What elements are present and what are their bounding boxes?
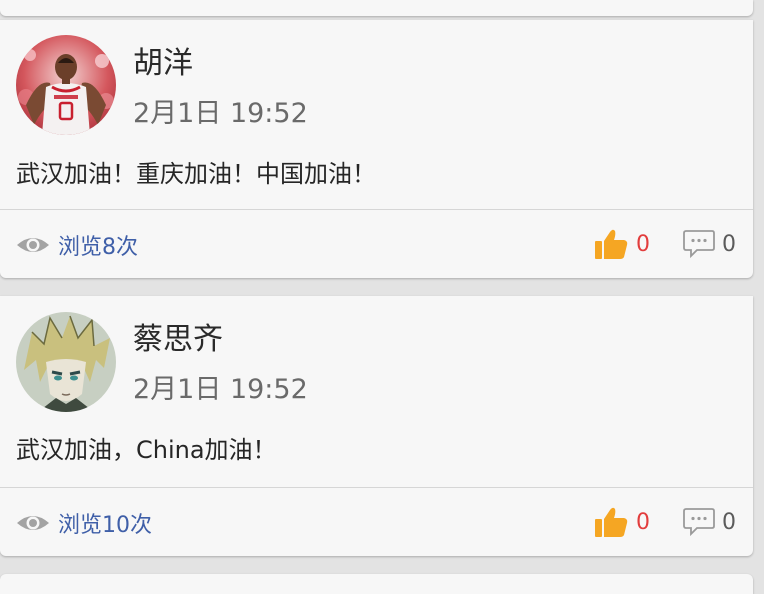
thumbs-up-icon (595, 229, 628, 259)
post-timestamp: 2月1日 19:52 (133, 98, 308, 129)
like-count: 0 (636, 231, 650, 257)
comment-bubble-icon (683, 508, 715, 537)
author-name[interactable]: 蔡思齐 (133, 325, 223, 355)
post-card: 蔡思齐 2月1日 19:52 武汉加油，China加油！ 浏览10次 0 0 (0, 296, 753, 556)
like-count: 0 (636, 509, 650, 535)
post-footer: 浏览10次 0 0 (0, 488, 753, 554)
post-content: 武汉加油，China加油！ (16, 436, 277, 464)
eye-icon (17, 516, 49, 530)
eye-icon (17, 238, 49, 252)
view-count-label: 浏览10次 (58, 513, 152, 538)
basketball-player-avatar-icon (16, 35, 116, 135)
comment-bubble-icon (683, 230, 715, 259)
author-name[interactable]: 胡洋 (133, 49, 193, 79)
like-button[interactable]: 0 (594, 228, 650, 260)
comment-count: 0 (722, 509, 736, 535)
comment-button[interactable]: 0 (683, 506, 736, 538)
post-footer: 浏览8次 0 0 (0, 210, 753, 276)
next-post-card-fragment (0, 574, 753, 594)
view-count: 浏览8次 (16, 230, 138, 260)
post-timestamp: 2月1日 19:52 (133, 374, 308, 405)
anime-character-avatar-icon (16, 312, 116, 412)
like-button[interactable]: 0 (594, 506, 650, 538)
previous-post-card-fragment (0, 0, 753, 16)
comment-count: 0 (722, 231, 736, 257)
author-avatar[interactable] (16, 312, 116, 412)
comment-button[interactable]: 0 (683, 228, 736, 260)
thumbs-up-icon (595, 507, 628, 537)
view-count: 浏览10次 (16, 508, 152, 538)
post-card: 胡洋 2月1日 19:52 武汉加油！重庆加油！中国加油！ 浏览8次 0 0 (0, 20, 753, 278)
author-avatar[interactable] (16, 35, 116, 135)
post-content: 武汉加油！重庆加油！中国加油！ (16, 160, 376, 188)
view-count-label: 浏览8次 (58, 235, 138, 260)
